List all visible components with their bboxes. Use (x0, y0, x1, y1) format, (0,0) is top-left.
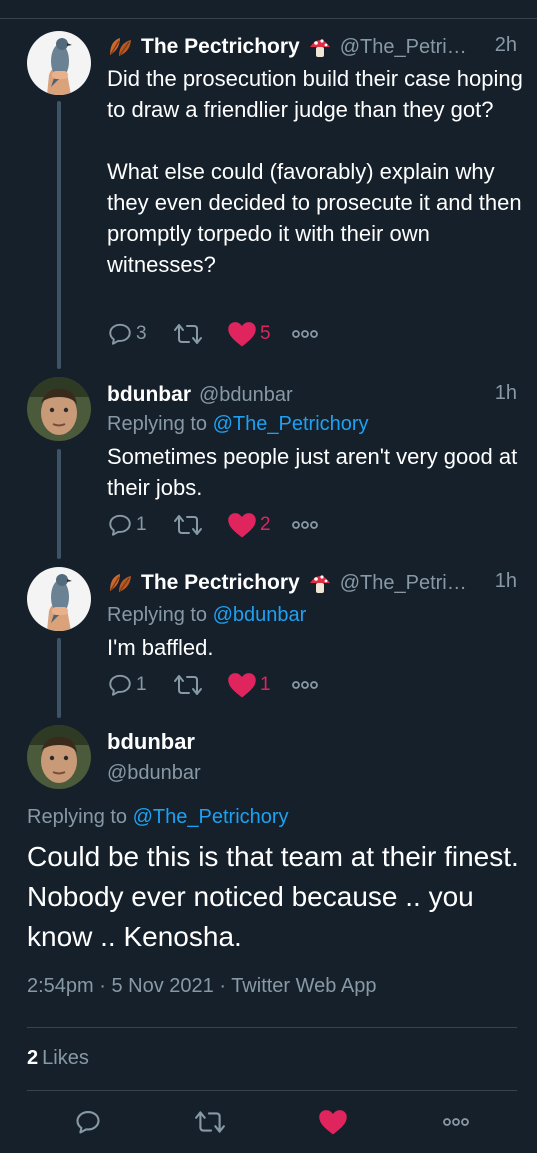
avatar-bdunbar[interactable] (27, 725, 91, 789)
avatar-pectrichory[interactable] (27, 567, 91, 631)
tweet-3[interactable]: The Pectrichory @The_Petri… 1h Replying … (0, 0, 537, 720)
reply-button[interactable] (68, 1102, 108, 1142)
timestamp[interactable]: 1h (495, 570, 517, 593)
replying-label: Replying to (107, 604, 208, 626)
heart-icon (228, 673, 256, 698)
like-count: 1 (260, 674, 271, 695)
display-name[interactable]: The Pectrichory (141, 571, 300, 595)
leaves-emoji-icon (107, 571, 135, 595)
likes-summary[interactable]: 2 Likes (27, 1047, 89, 1070)
tweet-meta[interactable]: 2:54pm · 5 Nov 2021 · Twitter Web App (27, 975, 376, 998)
retweet-button[interactable] (190, 1102, 230, 1142)
tweet-header: The Pectrichory @The_Petri… 1h (107, 569, 517, 597)
user-handle[interactable]: @bdunbar (107, 762, 201, 785)
replying-to: Replying to @The_Petrichory (27, 806, 289, 829)
more-button[interactable] (436, 1102, 476, 1142)
replying-mention-link[interactable]: @The_Petrichory (133, 806, 289, 828)
replying-label: Replying to (27, 806, 128, 828)
likes-count: 2 (27, 1047, 39, 1069)
tweet-text: Could be this is that team at their fine… (27, 841, 535, 952)
reply-button[interactable]: 1 (107, 670, 147, 700)
reply-icon (76, 1111, 100, 1134)
main-tweet-actions (0, 1102, 537, 1142)
replying-mention-link[interactable]: @bdunbar (213, 604, 307, 626)
divider (27, 1027, 517, 1028)
more-icon (292, 681, 318, 689)
replying-to: Replying to @bdunbar (107, 604, 306, 627)
retweet-icon (195, 1111, 225, 1133)
mushroom-emoji-icon (308, 571, 332, 595)
likes-label: Likes (42, 1047, 89, 1069)
more-icon (443, 1118, 469, 1126)
user-handle[interactable]: @The_Petri… (340, 572, 467, 595)
person-avatar-icon (27, 725, 91, 789)
retweet-icon (174, 675, 202, 695)
divider (27, 1090, 517, 1091)
like-button[interactable] (313, 1102, 353, 1142)
tweet-text: I'm baffled. (107, 635, 214, 660)
heart-icon (319, 1110, 347, 1135)
tweet-actions: 1 1 (107, 670, 337, 700)
retweet-button[interactable] (173, 670, 203, 700)
display-name[interactable]: bdunbar (107, 729, 195, 755)
reply-icon (109, 674, 131, 696)
reply-count: 1 (136, 674, 147, 695)
bird-avatar-icon (27, 567, 91, 631)
more-button[interactable] (291, 670, 319, 700)
thread-line (57, 638, 61, 718)
like-button[interactable]: 1 (227, 670, 271, 700)
